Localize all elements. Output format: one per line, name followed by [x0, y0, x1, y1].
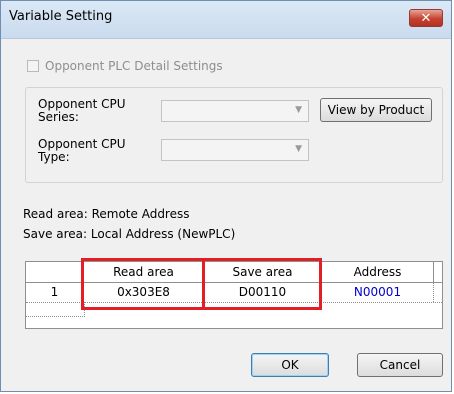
opponent-cpu-type-combo[interactable]: ▼ — [161, 139, 309, 161]
opponent-cpu-series-combo[interactable]: ▼ — [161, 100, 309, 122]
grid-corner-header[interactable] — [26, 262, 84, 282]
chevron-down-icon: ▼ — [295, 144, 302, 154]
read-area-cell[interactable]: 0x303E8 — [84, 282, 204, 302]
read-area-header[interactable]: Read area — [84, 262, 204, 282]
row-index-cell[interactable]: 1 — [26, 282, 84, 302]
opponent-plc-detail-settings[interactable]: Opponent PLC Detail Settings — [27, 59, 223, 73]
view-by-product-button[interactable]: View by Product — [320, 98, 432, 122]
read-area-info: Read area: Remote Address — [23, 207, 190, 221]
variable-grid: Read area Save area Address 1 0x303E8 D0… — [25, 261, 443, 329]
ok-button[interactable]: OK — [251, 353, 329, 377]
opponent-cpu-type-label: Opponent CPU Type: — [38, 138, 148, 164]
save-area-info: Save area: Local Address (NewPLC) — [23, 227, 236, 241]
chevron-down-icon: ▼ — [295, 105, 302, 115]
opponent-plc-detail-checkbox[interactable] — [27, 60, 39, 72]
series-label-line-2: Series: — [38, 110, 79, 124]
address-cell[interactable]: N00001 — [322, 282, 434, 302]
opponent-cpu-series-label: Opponent CPU Series: — [38, 98, 148, 124]
opponent-plc-detail-label: Opponent PLC Detail Settings — [45, 59, 223, 73]
grid-header-row: Read area Save area Address — [26, 262, 442, 283]
dialog-title: Variable Setting — [9, 9, 113, 24]
type-label-line-2: Type: — [38, 150, 70, 164]
grid-empty-area — [26, 302, 442, 328]
save-area-header[interactable]: Save area — [204, 262, 322, 282]
close-button[interactable]: ✕ — [409, 9, 443, 27]
variable-setting-dialog: Variable Setting ✕ Opponent PLC Detail S… — [0, 0, 452, 392]
table-row[interactable]: 1 0x303E8 D00110 N00001 — [26, 282, 442, 303]
close-icon: ✕ — [420, 11, 432, 26]
opponent-cpu-groupbox: Opponent CPU Series: ▼ View by Product O… — [25, 87, 443, 183]
address-header[interactable]: Address — [322, 262, 434, 282]
cancel-button[interactable]: Cancel — [357, 353, 443, 377]
grid-empty-row-header — [26, 302, 85, 317]
title-bar: Variable Setting ✕ — [1, 1, 451, 39]
save-area-cell[interactable]: D00110 — [204, 282, 322, 302]
